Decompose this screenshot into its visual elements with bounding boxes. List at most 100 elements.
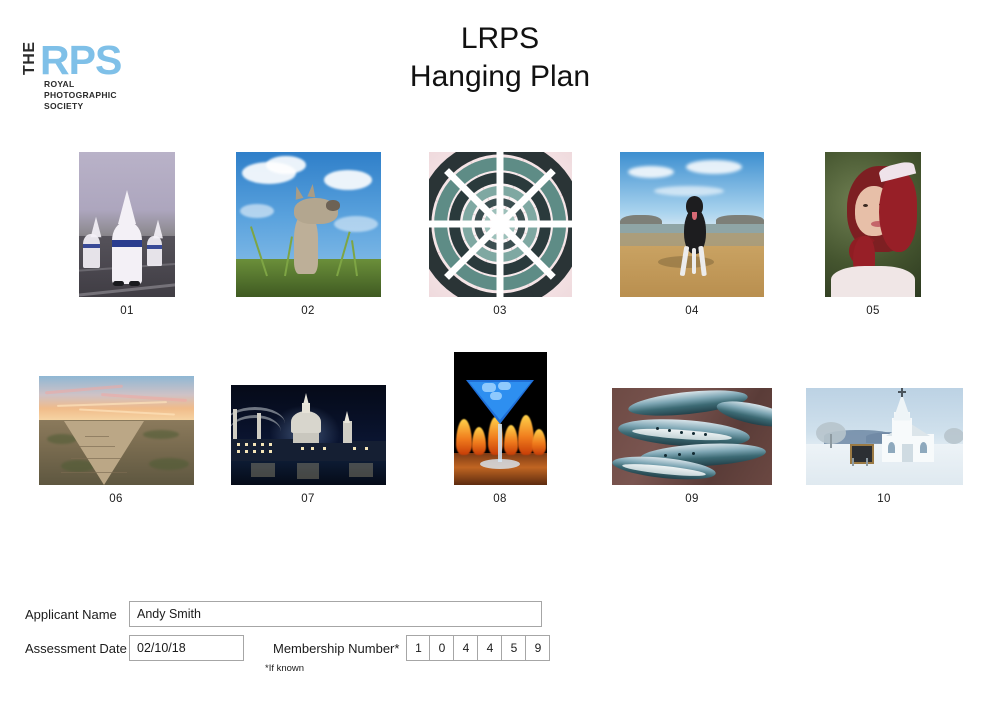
membership-number-input[interactable]: 104459: [406, 635, 551, 661]
photo-decor: [252, 442, 256, 446]
photo-cell-04: 04: [596, 151, 788, 318]
applicant-name-input[interactable]: Andy Smith: [129, 601, 542, 627]
logo-subtitle-line: SOCIETY: [44, 100, 84, 111]
photo-decor: [290, 410, 321, 433]
photo-decor: [302, 392, 309, 405]
photo-row-2: 06 07 08 09 10: [0, 347, 1000, 505]
photo-decor: [63, 420, 144, 485]
photo-decor: [147, 244, 162, 249]
photo-decor: [364, 446, 368, 450]
photo-decor: [829, 433, 832, 448]
photo-caption-08: 08: [493, 492, 507, 505]
photo-decor: [654, 185, 724, 196]
photo-decor: [292, 442, 345, 461]
photo-caption-09: 09: [685, 492, 699, 505]
photo-decor: [300, 446, 304, 450]
photo-decor: [481, 382, 496, 392]
photo-decor: [865, 457, 868, 466]
photo-decor: [70, 457, 121, 459]
photo-decor: [919, 441, 927, 453]
photo-decor: [265, 155, 306, 174]
photo-cell-01: 01: [42, 151, 212, 318]
photo-decor: [244, 442, 248, 446]
photo-caption-02: 02: [301, 304, 315, 317]
photo-decor: [118, 189, 136, 224]
photo-decor: [60, 471, 127, 473]
photo-thumbnail-01[interactable]: [79, 151, 175, 297]
photo-decor: [664, 453, 667, 457]
membership-digit-4[interactable]: 4: [478, 635, 503, 661]
photo-caption-01: 01: [120, 304, 134, 317]
photo-decor: [851, 457, 854, 466]
photo-decor: [310, 446, 314, 450]
photo-thumbnail-04[interactable]: [620, 151, 764, 297]
photo-decor: [680, 430, 683, 434]
photo-thumbnail-10[interactable]: [805, 387, 963, 485]
photo-decor: [943, 427, 963, 444]
photo-decor: [78, 445, 115, 447]
photo-decor: [471, 427, 486, 456]
photo-decor: [325, 199, 340, 211]
photo-cell-03: 03: [404, 151, 596, 318]
photo-decor: [112, 239, 142, 247]
photo-decor: [348, 462, 373, 477]
photo-decor: [306, 183, 317, 197]
membership-number-label: Membership Number*: [273, 640, 400, 656]
if-known-footnote: *If known: [265, 663, 305, 674]
photo-decor: [531, 429, 546, 456]
assessment-date-label: Assessment Date: [25, 640, 127, 656]
photo-decor: [232, 408, 237, 443]
photo-thumbnail-05[interactable]: [825, 151, 921, 297]
photo-cell-09: 09: [596, 387, 788, 506]
photo-thumbnail-06[interactable]: [38, 375, 194, 485]
photo-decor: [692, 211, 697, 220]
photo-cell-06: 06: [20, 375, 212, 506]
photo-decor: [129, 280, 140, 286]
applicant-name-row: Applicant Name Andy Smith: [25, 600, 585, 628]
photo-decor: [887, 441, 895, 453]
photo-decor: [147, 235, 162, 266]
photo-decor: [489, 391, 502, 400]
photo-decor: [236, 442, 240, 446]
photo-decor: [343, 410, 350, 423]
photo-cell-05: 05: [788, 151, 958, 318]
assessment-date-row: Assessment Date 02/10/18 Membership Numb…: [25, 634, 585, 662]
photo-thumbnail-09[interactable]: [612, 387, 772, 485]
photo-decor: [686, 159, 742, 174]
photo-cell-08: 08: [404, 351, 596, 506]
photo-decor: [668, 428, 671, 432]
photo-decor: [322, 446, 326, 450]
photo-decor: [503, 425, 518, 456]
photo-decor: [292, 184, 303, 200]
photo-decor: [692, 451, 695, 455]
photo-decor: [678, 452, 681, 456]
membership-digit-1[interactable]: 1: [406, 635, 431, 661]
photo-caption-07: 07: [301, 492, 315, 505]
membership-digit-2[interactable]: 0: [430, 635, 455, 661]
membership-digit-3[interactable]: 4: [454, 635, 479, 661]
photo-decor: [113, 280, 124, 286]
membership-digit-6[interactable]: 9: [526, 635, 551, 661]
title-line-2: Hanging Plan: [409, 60, 591, 94]
applicant-name-label: Applicant Name: [25, 606, 117, 622]
photo-decor: [628, 165, 674, 178]
photo-decor: [252, 449, 256, 453]
photo-thumbnail-08[interactable]: [453, 351, 547, 485]
photo-decor: [901, 443, 913, 462]
applicant-form: Applicant Name Andy Smith Assessment Dat…: [25, 600, 585, 674]
photo-decor: [344, 440, 386, 461]
photo-cell-10: 10: [788, 387, 980, 506]
photo-thumbnail-03[interactable]: [428, 151, 572, 297]
photo-decor: [296, 462, 319, 479]
photo-decor: [260, 442, 264, 446]
membership-digit-5[interactable]: 5: [502, 635, 527, 661]
photo-thumbnail-07[interactable]: [230, 384, 386, 485]
photo-decor: [704, 432, 707, 436]
photo-caption-10: 10: [877, 492, 891, 505]
photo-decor: [692, 431, 695, 435]
photo-thumbnail-02[interactable]: [235, 151, 381, 297]
photo-row-1: 01 02 03 04 05: [0, 151, 1000, 317]
assessment-date-input[interactable]: 02/10/18: [129, 635, 244, 661]
photo-decor: [244, 449, 248, 453]
photo-decor: [142, 429, 179, 439]
